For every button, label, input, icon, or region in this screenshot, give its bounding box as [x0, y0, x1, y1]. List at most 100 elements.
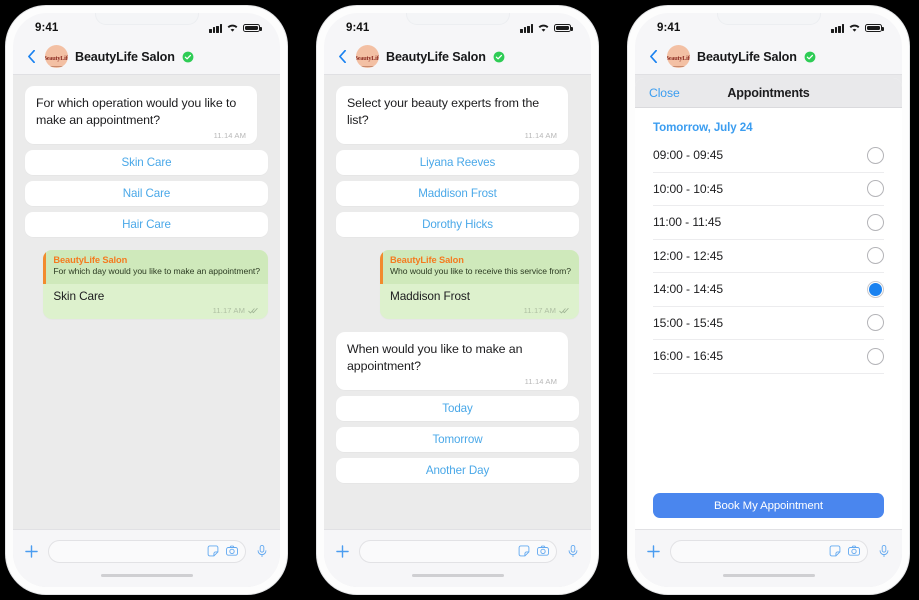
message-input[interactable] [682, 545, 828, 557]
quick-reply-maddison-frost[interactable]: Maddison Frost [336, 181, 579, 206]
outgoing-row: BeautyLife Salon Who would you like to r… [336, 250, 579, 319]
phone-3-screen: 9:41 BeautyLife BeautyLife Salon [635, 13, 902, 587]
message-field-wrap[interactable] [48, 539, 246, 563]
slot-row[interactable]: 16:00 - 16:45 [653, 340, 884, 374]
screenshot-stage: 9:41 BeautyLife BeautyLife Salon [0, 0, 919, 600]
quick-reply-label: Maddison Frost [418, 187, 497, 200]
slot-row[interactable]: 10:00 - 10:45 [653, 173, 884, 206]
phone-2-screen: 9:41 BeautyLife BeautyLife Salon [324, 13, 591, 587]
close-button[interactable]: Close [649, 86, 680, 100]
message-list-1: For which operation would you like to ma… [13, 75, 280, 529]
phone-3: 9:41 BeautyLife BeautyLife Salon [628, 6, 909, 594]
quick-reply-liyana-reeves[interactable]: Liyana Reeves [336, 150, 579, 175]
avatar[interactable]: BeautyLife [356, 45, 379, 68]
quick-reply-label: Today [442, 401, 473, 415]
double-check-icon [248, 307, 258, 313]
notch [405, 13, 510, 25]
appointments-sheet: Close Appointments Tomorrow, July 24 09:… [635, 78, 902, 529]
slot-radio[interactable] [867, 347, 884, 365]
quick-reply-skin-care[interactable]: Skin Care [25, 150, 268, 175]
message-input-bar [13, 529, 280, 572]
home-indicator [324, 572, 591, 587]
outgoing-text: Maddison Frost [389, 288, 470, 303]
quote-author: BeautyLife Salon [389, 255, 464, 265]
appointments-sheet-wrap: Close Appointments Tomorrow, July 24 09:… [635, 75, 902, 587]
slot-row[interactable]: 12:00 - 12:45 [653, 240, 884, 273]
avatar-swash [671, 65, 686, 67]
sticker-icon[interactable] [206, 544, 220, 558]
slot-radio[interactable] [867, 314, 884, 332]
message-list-2: Select your beauty experts from the list… [324, 75, 591, 529]
microphone-icon[interactable] [255, 544, 269, 558]
slot-label: 11:00 - 11:45 [653, 215, 722, 230]
avatar-label: BeautyLife [356, 54, 379, 62]
quick-reply-tomorrow[interactable]: Tomorrow [336, 426, 579, 452]
sheet-header: Close Appointments [635, 78, 902, 108]
outgoing-meta: 11.17 AM [380, 303, 579, 315]
message-time: 11.14 AM [213, 131, 246, 140]
plus-icon[interactable] [335, 544, 350, 559]
battery-icon [865, 23, 884, 33]
sticker-icon[interactable] [828, 544, 842, 558]
slot-radio[interactable] [867, 247, 884, 265]
camera-icon[interactable] [847, 544, 861, 558]
quoted-message: BeautyLife Salon Who would you like to r… [379, 250, 579, 284]
quick-reply-hair-care[interactable]: Hair Care [25, 212, 268, 237]
chevron-left-icon[interactable] [336, 50, 349, 63]
home-indicator [635, 572, 902, 587]
book-appointment-button[interactable]: Book My Appointment [653, 493, 884, 518]
camera-icon[interactable] [536, 544, 550, 558]
chevron-left-icon[interactable] [647, 50, 660, 63]
quick-reply-today[interactable]: Today [336, 395, 579, 421]
slot-radio[interactable] [867, 213, 884, 231]
slot-row-selected[interactable]: 14:00 - 14:45 [653, 273, 884, 307]
status-time: 9:41 [346, 22, 370, 34]
phone-1-screen: 9:41 BeautyLife BeautyLife Salon [13, 13, 280, 587]
slot-radio[interactable] [867, 180, 884, 198]
home-indicator [13, 572, 280, 587]
sticker-icon[interactable] [517, 544, 531, 558]
message-input-bar [635, 529, 902, 572]
chat-header: BeautyLife BeautyLife Salon [13, 39, 280, 75]
chevron-left-icon[interactable] [25, 50, 38, 63]
quick-reply-label: Tomorrow [432, 432, 483, 446]
slot-row[interactable]: 11:00 - 11:45 [653, 206, 884, 240]
avatar[interactable]: BeautyLife [667, 45, 690, 68]
quick-reply-label: Nail Care [122, 187, 171, 200]
plus-icon[interactable] [24, 544, 39, 559]
slot-radio[interactable] [867, 146, 884, 164]
message-text: Select your beauty experts from the list… [347, 96, 540, 127]
slot-row[interactable]: 15:00 - 15:45 [653, 307, 884, 340]
quick-reply-nail-care[interactable]: Nail Care [25, 181, 268, 206]
incoming-message: Select your beauty experts from the list… [336, 86, 568, 144]
quick-reply-label: Hair Care [122, 218, 171, 231]
plus-icon[interactable] [646, 544, 661, 559]
camera-icon[interactable] [225, 544, 239, 558]
slot-radio-selected[interactable] [867, 280, 884, 298]
microphone-icon[interactable] [877, 544, 891, 558]
outgoing-row: BeautyLife Salon For which day would you… [25, 250, 268, 319]
quick-reply-label: Skin Care [121, 156, 172, 169]
quick-reply-dorothy-hicks[interactable]: Dorothy Hicks [336, 212, 579, 237]
chat-area: Select your beauty experts from the list… [324, 75, 591, 587]
chat-header: BeautyLife BeautyLife Salon [324, 39, 591, 75]
slot-label: 14:00 - 14:45 [653, 282, 723, 297]
quote-text: For which day would you like to make an … [53, 266, 260, 276]
microphone-icon[interactable] [566, 544, 580, 558]
avatar[interactable]: BeautyLife [45, 45, 68, 68]
cellular-bars-icon [209, 23, 222, 33]
notch [94, 13, 199, 25]
message-input[interactable] [371, 545, 517, 557]
status-indicators [520, 23, 573, 33]
quick-reply-another-day[interactable]: Another Day [336, 457, 579, 483]
avatar-label: BeautyLife [45, 54, 68, 62]
message-field-wrap[interactable] [359, 539, 557, 563]
outgoing-time: 11.17 AM [212, 305, 245, 315]
cellular-bars-icon [520, 23, 533, 33]
verified-check-icon [804, 51, 816, 62]
status-indicators [209, 23, 262, 33]
message-input[interactable] [60, 545, 206, 557]
slot-row[interactable]: 09:00 - 09:45 [653, 139, 884, 173]
page-title: BeautyLife Salon [386, 49, 486, 64]
message-field-wrap[interactable] [670, 539, 868, 563]
